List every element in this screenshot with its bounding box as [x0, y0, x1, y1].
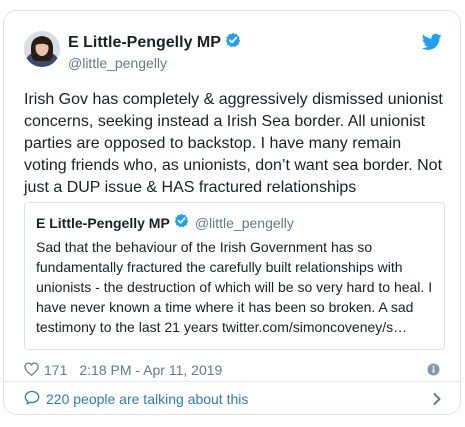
verified-badge-icon — [174, 213, 189, 233]
quoted-tweet-text: Sad that the behaviour of the Irish Gove… — [36, 239, 433, 335]
quoted-tweet[interactable]: E Little-Pengelly MP @little_pengelly Sa… — [24, 202, 445, 350]
verified-badge-icon — [225, 32, 241, 54]
author-name-text[interactable]: E Little-Pengelly MP — [68, 33, 221, 53]
quoted-tweet-header: E Little-Pengelly MP @little_pengelly — [36, 213, 294, 233]
divider — [4, 381, 460, 382]
talking-count-label[interactable]: 220 people are talking about this — [46, 391, 248, 407]
quoted-author-handle: @little_pengelly — [194, 215, 294, 231]
tweet-card: E Little-Pengelly MP @little_pengelly Ir… — [3, 10, 461, 415]
twitter-bird-icon[interactable] — [421, 33, 442, 51]
like-button[interactable]: 171 — [24, 361, 68, 379]
tweet-meta: 171 2:18 PM - Apr 11, 2019 — [24, 360, 440, 380]
tweet-text: Irish Gov has completely & aggressively … — [24, 91, 443, 196]
conversation-link[interactable]: 220 people are talking about this — [24, 389, 442, 409]
info-icon[interactable] — [427, 363, 440, 376]
author-handle[interactable]: @little_pengelly — [68, 54, 241, 72]
author-display-name[interactable]: E Little-Pengelly MP — [68, 32, 241, 54]
chevron-right-icon[interactable] — [432, 392, 442, 406]
like-count: 171 — [44, 362, 68, 378]
heart-icon — [24, 361, 39, 379]
author-names: E Little-Pengelly MP @little_pengelly — [68, 32, 241, 72]
avatar[interactable] — [24, 31, 60, 67]
tweet-header: E Little-Pengelly MP @little_pengelly — [24, 31, 442, 75]
tweet-timestamp[interactable]: 2:18 PM - Apr 11, 2019 — [79, 362, 222, 378]
quoted-author-name: E Little-Pengelly MP — [36, 215, 170, 231]
speech-bubble-icon — [24, 390, 40, 408]
